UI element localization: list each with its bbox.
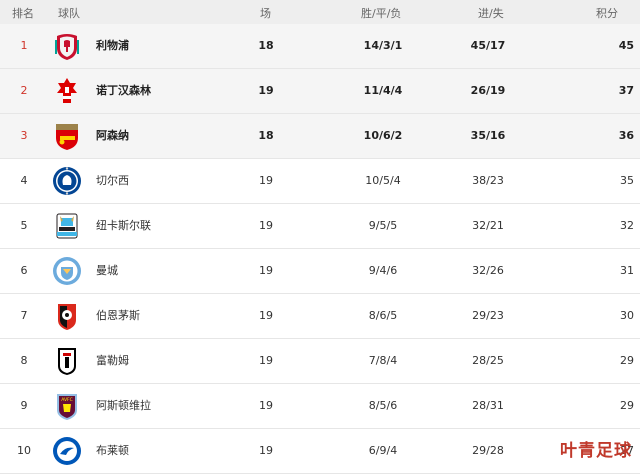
- win-draw-loss: 8/5/6: [368, 399, 398, 412]
- win-draw-loss: 10/6/2: [363, 129, 403, 142]
- rank: 6: [20, 264, 28, 277]
- header-rank: 排名: [12, 7, 34, 20]
- played: 18: [258, 39, 274, 52]
- win-draw-loss: 8/6/5: [368, 309, 398, 322]
- team-name[interactable]: 曼城: [96, 249, 118, 293]
- win-draw-loss: 14/3/1: [363, 39, 403, 52]
- points: 31: [620, 264, 634, 277]
- played: 19: [259, 174, 273, 187]
- goals-for-against: 29/28: [472, 444, 504, 457]
- points: 45: [618, 39, 634, 52]
- played: 19: [259, 264, 273, 277]
- table-row[interactable]: 10 布莱顿 19 6/9/4 29/28 27: [0, 429, 640, 474]
- points: 32: [620, 219, 634, 232]
- team-name[interactable]: 纽卡斯尔联: [96, 204, 151, 248]
- win-draw-loss: 11/4/4: [363, 84, 403, 97]
- table-row[interactable]: 2 诺丁汉森林 19 11/4/4 26/19 37: [0, 69, 640, 114]
- win-draw-loss: 10/5/4: [365, 174, 401, 187]
- liverpool-crest-icon: [55, 34, 79, 60]
- win-draw-loss: 6/9/4: [368, 444, 398, 457]
- points: 29: [620, 354, 634, 367]
- team-name[interactable]: 切尔西: [96, 159, 129, 203]
- played: 19: [259, 399, 273, 412]
- rank: 10: [17, 444, 31, 457]
- newcastle-crest-icon: [56, 213, 78, 239]
- goals-for-against: 35/16: [470, 129, 506, 142]
- table-row[interactable]: 1 利物浦 18 14/3/1 45/17 45: [0, 24, 640, 69]
- header-goals: 进/失: [478, 7, 504, 20]
- nottingham-forest-crest-icon: [57, 78, 77, 103]
- team-name[interactable]: 伯恩茅斯: [96, 294, 140, 338]
- table-row[interactable]: 6 曼城 19 9/4/6 32/26 31: [0, 249, 640, 294]
- table-row[interactable]: 8 富勒姆 19 7/8/4 28/25 29: [0, 339, 640, 384]
- arsenal-crest-icon: [56, 124, 78, 150]
- rank: 8: [20, 354, 28, 367]
- table-row[interactable]: 7 伯恩茅斯 19 8/6/5 29/23 30: [0, 294, 640, 339]
- bournemouth-crest-icon: [58, 304, 76, 330]
- win-draw-loss: 9/4/6: [368, 264, 398, 277]
- goals-for-against: 32/21: [472, 219, 504, 232]
- played: 19: [259, 354, 273, 367]
- goals-for-against: 38/23: [472, 174, 504, 187]
- rank: 4: [20, 174, 28, 187]
- table-row[interactable]: 3 阿森纳 18 10/6/2 35/16 36: [0, 114, 640, 159]
- rank: 1: [20, 39, 28, 52]
- played: 18: [258, 129, 274, 142]
- rank: 9: [20, 399, 28, 412]
- standings-table: 排名 球队 场 胜/平/负 进/失 积分 1 利物浦 18 14/3/1 45/…: [0, 0, 640, 474]
- man-city-crest-icon: [53, 257, 81, 285]
- played: 19: [259, 444, 273, 457]
- goals-for-against: 26/19: [470, 84, 506, 97]
- points: 37: [618, 84, 634, 97]
- goals-for-against: 28/31: [472, 399, 504, 412]
- goals-for-against: 28/25: [472, 354, 504, 367]
- team-name[interactable]: 富勒姆: [96, 339, 129, 383]
- header-team: 球队: [58, 7, 80, 20]
- win-draw-loss: 9/5/5: [368, 219, 398, 232]
- chelsea-crest-icon: [53, 167, 81, 195]
- goals-for-against: 32/26: [472, 264, 504, 277]
- goals-for-against: 29/23: [472, 309, 504, 322]
- brighton-crest-icon: [53, 437, 81, 465]
- team-name[interactable]: 利物浦: [96, 24, 129, 68]
- played: 19: [259, 219, 273, 232]
- table-row[interactable]: 9 AVFC 阿斯顿维拉 19 8/5/6 28/31 29: [0, 384, 640, 429]
- rank: 3: [20, 129, 28, 142]
- points: 35: [620, 174, 634, 187]
- aston-villa-crest-icon: AVFC: [57, 394, 77, 420]
- aston-villa-crest-text: AVFC: [61, 397, 73, 403]
- header-wdl: 胜/平/负: [361, 7, 402, 20]
- points: 29: [620, 399, 634, 412]
- played: 19: [258, 84, 274, 97]
- played: 19: [259, 309, 273, 322]
- table-row[interactable]: 5 纽卡斯尔联 19 9/5/5 32/21 32: [0, 204, 640, 249]
- goals-for-against: 45/17: [470, 39, 506, 52]
- rank: 7: [20, 309, 28, 322]
- rank: 2: [20, 84, 28, 97]
- team-name[interactable]: 诺丁汉森林: [96, 69, 151, 113]
- team-name[interactable]: 阿斯顿维拉: [96, 384, 151, 428]
- points: 36: [618, 129, 634, 142]
- fulham-crest-icon: [58, 348, 76, 375]
- team-name[interactable]: 布莱顿: [96, 429, 129, 473]
- points: 30: [620, 309, 634, 322]
- team-name[interactable]: 阿森纳: [96, 114, 129, 158]
- table-row[interactable]: 4 切尔西 19 10/5/4 38/23 35: [0, 159, 640, 204]
- header-points: 积分: [596, 7, 618, 20]
- rank: 5: [20, 219, 28, 232]
- header-played: 场: [260, 7, 271, 20]
- table-header: 排名 球队 场 胜/平/负 进/失 积分: [0, 0, 640, 24]
- watermark: 叶青足球: [560, 441, 632, 461]
- win-draw-loss: 7/8/4: [368, 354, 398, 367]
